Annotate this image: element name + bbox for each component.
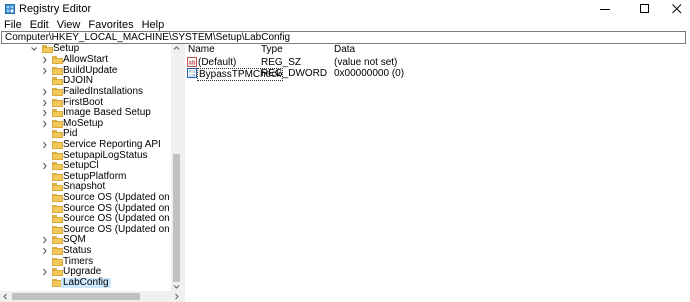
- key-tree[interactable]: Setup AllowStart BuildUpdate DJOIN FailedIns…: [0, 44, 183, 292]
- value-data: (value not set): [334, 57, 398, 68]
- menu-favorites[interactable]: Favorites: [84, 18, 137, 32]
- folder-icon: [42, 45, 53, 53]
- menu-file[interactable]: File: [0, 18, 26, 32]
- address-bar[interactable]: Computer\HKEY_LOCAL_MACHINE\SYSTEM\Setup…: [1, 31, 686, 44]
- value-row[interactable]: 011 110 BypassTPMCheck REG_DWORD 0x00000…: [185, 68, 485, 81]
- column-header-type[interactable]: Type: [261, 45, 283, 55]
- folder-icon: [52, 268, 63, 277]
- tree-horizontal-scroll-thumb[interactable]: [12, 293, 140, 300]
- folder-icon: [52, 172, 63, 181]
- value-type: REG_SZ: [261, 57, 302, 68]
- maximize-icon: [640, 4, 649, 13]
- chevron-right-icon[interactable]: [41, 98, 49, 108]
- registry-editor-icon: [5, 4, 15, 14]
- chevron-right-icon[interactable]: [41, 140, 49, 150]
- svg-text:110: 110: [189, 75, 195, 79]
- scroll-right-icon[interactable]: [174, 293, 180, 300]
- scroll-left-icon[interactable]: [2, 293, 8, 300]
- value-row[interactable]: ab (Default) REG_SZ (value not set): [185, 57, 485, 68]
- tree-item-label: Status: [63, 244, 92, 256]
- folder-icon: [52, 77, 63, 86]
- tree-item-label: Service Reporting API: [63, 138, 161, 150]
- chevron-right-icon[interactable]: [41, 235, 49, 245]
- chevron-right-icon[interactable]: [41, 119, 49, 129]
- column-header-data[interactable]: Data: [334, 45, 355, 55]
- folder-icon: [52, 66, 63, 75]
- folder-icon: [52, 162, 63, 171]
- folder-icon: [52, 225, 63, 234]
- chevron-right-icon[interactable]: [41, 55, 49, 65]
- folder-icon: [52, 204, 63, 213]
- chevron-down-icon[interactable]: [30, 44, 38, 54]
- chevron-right-icon[interactable]: [41, 161, 49, 171]
- chevron-right-icon[interactable]: [41, 66, 49, 76]
- close-button[interactable]: [660, 0, 690, 18]
- string-value-icon: ab: [187, 57, 197, 67]
- chevron-right-icon[interactable]: [41, 246, 49, 256]
- dword-value-icon: 011 110: [187, 68, 197, 78]
- tree-horizontal-scrollbar[interactable]: [0, 291, 182, 302]
- folder-icon: [52, 257, 63, 266]
- value-name: (Default): [198, 57, 237, 68]
- folder-icon: [52, 183, 63, 192]
- scroll-down-icon[interactable]: [173, 284, 180, 290]
- tree-item-label: Setup: [53, 44, 80, 54]
- folder-icon: [52, 87, 63, 96]
- tree-item-label-selected: LabConfig: [61, 276, 111, 289]
- scroll-up-icon[interactable]: [173, 45, 180, 51]
- folder-icon: [52, 140, 63, 149]
- values-list[interactable]: Name Type Data ab (Default) REG_SZ (valu…: [185, 44, 690, 302]
- folder-icon: [52, 119, 63, 128]
- folder-icon: [52, 56, 63, 65]
- menu-bar: File Edit View Favorites Help: [0, 18, 690, 32]
- tree-vertical-scrollbar[interactable]: [171, 44, 182, 292]
- menu-help[interactable]: Help: [138, 18, 169, 32]
- tree-item-label: FailedInstallations: [63, 85, 144, 97]
- folder-icon: [52, 193, 63, 202]
- folder-icon: [52, 98, 63, 107]
- tree-vertical-scroll-thumb[interactable]: [173, 154, 180, 282]
- close-icon: [672, 4, 682, 14]
- column-header-name[interactable]: Name: [188, 45, 215, 55]
- minimize-icon: [600, 9, 610, 10]
- folder-icon: [52, 109, 63, 118]
- folder-icon: [52, 215, 63, 224]
- folder-icon: [52, 236, 63, 245]
- value-data: 0x00000000 (0): [334, 68, 405, 79]
- title-bar: Registry Editor: [0, 0, 690, 18]
- folder-icon: [52, 151, 63, 160]
- chevron-right-icon[interactable]: [41, 267, 49, 277]
- svg-text:ab: ab: [188, 61, 195, 67]
- menu-edit[interactable]: Edit: [26, 18, 53, 32]
- minimize-button[interactable]: [588, 0, 622, 18]
- folder-icon: [52, 246, 63, 255]
- maximize-button[interactable]: [628, 0, 662, 18]
- chevron-right-icon[interactable]: [41, 108, 49, 118]
- window-title: Registry Editor: [19, 3, 92, 15]
- folder-icon: [52, 130, 63, 139]
- value-type: REG_DWORD: [261, 68, 328, 79]
- tree-item-label: Source OS (Updated on 10/8/2018: [63, 191, 183, 203]
- menu-view[interactable]: View: [53, 18, 85, 32]
- chevron-right-icon[interactable]: [41, 87, 49, 97]
